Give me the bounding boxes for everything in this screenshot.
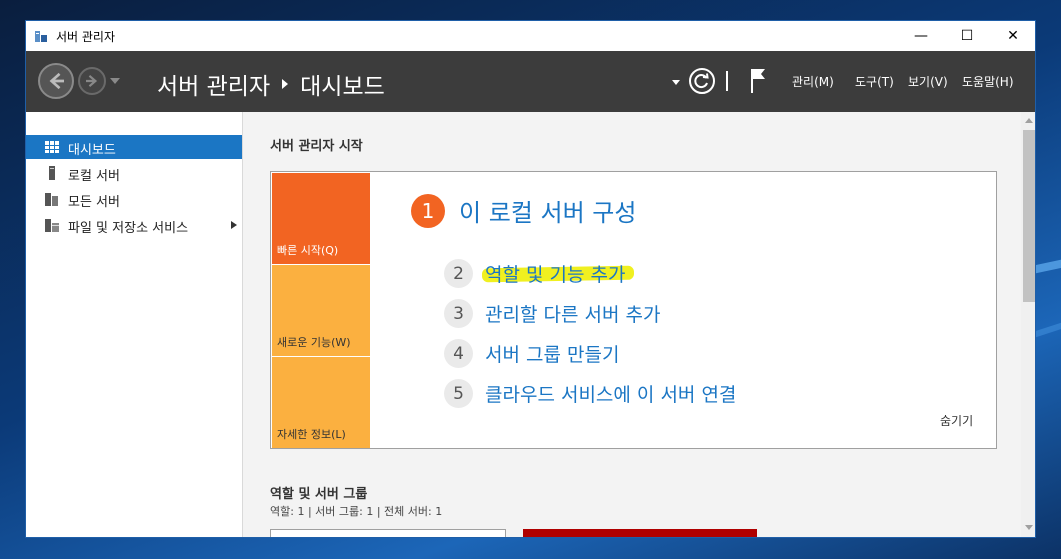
tile-label: 빠른 시작(Q) [277,244,339,257]
role-card[interactable] [270,529,506,537]
step-add-other-servers[interactable]: 3 관리할 다른 서버 추가 [444,299,660,328]
sidebar: 대시보드 로컬 서버 모든 서버 파일 및 저장소 서비스 [26,112,243,537]
refresh-button[interactable] [689,68,715,94]
role-card-alert[interactable] [523,529,757,537]
step-link[interactable]: 이 로컬 서버 구성 [459,193,636,228]
server-icon [49,166,55,180]
close-button[interactable]: ✕ [990,21,1035,51]
sidebar-item-label: 대시보드 [68,143,116,158]
tile-label: 새로운 기능(W) [277,336,351,349]
menu-tools[interactable]: 도구(T) [855,73,894,90]
step-link[interactable]: 역할 및 기능 추가 [481,260,635,287]
menu-help[interactable]: 도움말(H) [962,73,1014,90]
forward-button[interactable] [78,67,106,95]
step-number-badge: 2 [444,259,473,288]
sidebar-item-label: 로컬 서버 [68,169,120,184]
vertical-scrollbar[interactable] [1021,112,1035,537]
step-link[interactable]: 서버 그룹 만들기 [485,340,619,367]
step-number-badge: 4 [444,339,473,368]
step-add-roles-features[interactable]: 2 역할 및 기능 추가 [444,259,635,288]
sidebar-item-dashboard[interactable]: 대시보드 [26,135,242,159]
roles-section-title: 역할 및 서버 그룹 [270,487,368,502]
tile-whats-new[interactable]: 새로운 기능(W) [272,265,370,356]
step-number-badge: 1 [411,193,445,228]
maximize-button[interactable]: ☐ [944,21,990,51]
file-storage-icon [45,219,59,232]
dashboard-content: 서버 관리자 시작 빠른 시작(Q) 새로운 기능(W) 자세한 정보(L) 1… [243,112,1021,537]
sidebar-item-local-server[interactable]: 로컬 서버 [26,161,242,185]
toolbar-divider [726,71,728,91]
tile-quick-start[interactable]: 빠른 시작(Q) [272,173,370,264]
header-bar: 서버 관리자 대시보드 관리(M) 도구(T) 보기(V) 도움말(H) [26,51,1035,112]
welcome-panel: 빠른 시작(Q) 새로운 기능(W) 자세한 정보(L) 1 이 로컬 서버 구… [270,171,997,449]
step-create-server-group[interactable]: 4 서버 그룹 만들기 [444,339,619,368]
back-button[interactable] [38,63,74,99]
back-arrow-icon [49,72,64,90]
forward-arrow-icon [86,75,98,87]
breadcrumb: 서버 관리자 대시보드 [157,67,385,101]
sidebar-item-label: 파일 및 저장소 서비스 [68,221,189,236]
sidebar-item-label: 모든 서버 [68,195,120,210]
step-connect-cloud-services[interactable]: 5 클라우드 서비스에 이 서버 연결 [444,379,736,408]
scroll-thumb[interactable] [1023,130,1035,302]
title-bar[interactable]: 서버 관리자 — ☐ ✕ [26,21,1035,51]
hide-link[interactable]: 숨기기 [940,412,973,429]
page-title: 서버 관리자 시작 [270,139,363,154]
refresh-icon [694,73,709,89]
step-link[interactable]: 관리할 다른 서버 추가 [485,300,660,327]
minimize-button[interactable]: — [898,21,944,51]
step-link[interactable]: 클라우드 서비스에 이 서버 연결 [485,380,736,407]
dashboard-icon [45,141,59,153]
breadcrumb-separator-icon [282,79,289,89]
menu-view[interactable]: 보기(V) [908,73,948,90]
refresh-dropdown-icon[interactable] [672,80,680,85]
sidebar-item-all-servers[interactable]: 모든 서버 [26,187,242,211]
step-number-badge: 5 [444,379,473,408]
scroll-down-icon[interactable] [1025,525,1033,530]
server-manager-app-icon [35,31,47,42]
step-configure-local-server[interactable]: 1 이 로컬 서버 구성 [411,193,636,228]
notifications-flag-icon[interactable] [748,67,768,95]
scroll-up-icon[interactable] [1025,118,1033,123]
tile-label: 자세한 정보(L) [277,428,346,441]
server-manager-window: 서버 관리자 — ☐ ✕ 서버 관리자 대시보드 관리(M) 도구(T) 보기(… [25,20,1036,538]
servers-icon [45,193,58,206]
breadcrumb-current: 대시보드 [300,74,385,100]
breadcrumb-root[interactable]: 서버 관리자 [157,67,270,101]
tile-learn-more[interactable]: 자세한 정보(L) [272,357,370,448]
step-number-badge: 3 [444,299,473,328]
window-title: 서버 관리자 [56,30,116,44]
roles-counts: 역할: 1 | 서버 그룹: 1 | 전체 서버: 1 [270,505,443,518]
history-dropdown-icon[interactable] [110,78,120,84]
sidebar-item-file-storage[interactable]: 파일 및 저장소 서비스 [26,213,242,237]
expand-arrow-icon[interactable] [231,221,237,229]
menu-manage[interactable]: 관리(M) [792,73,834,90]
